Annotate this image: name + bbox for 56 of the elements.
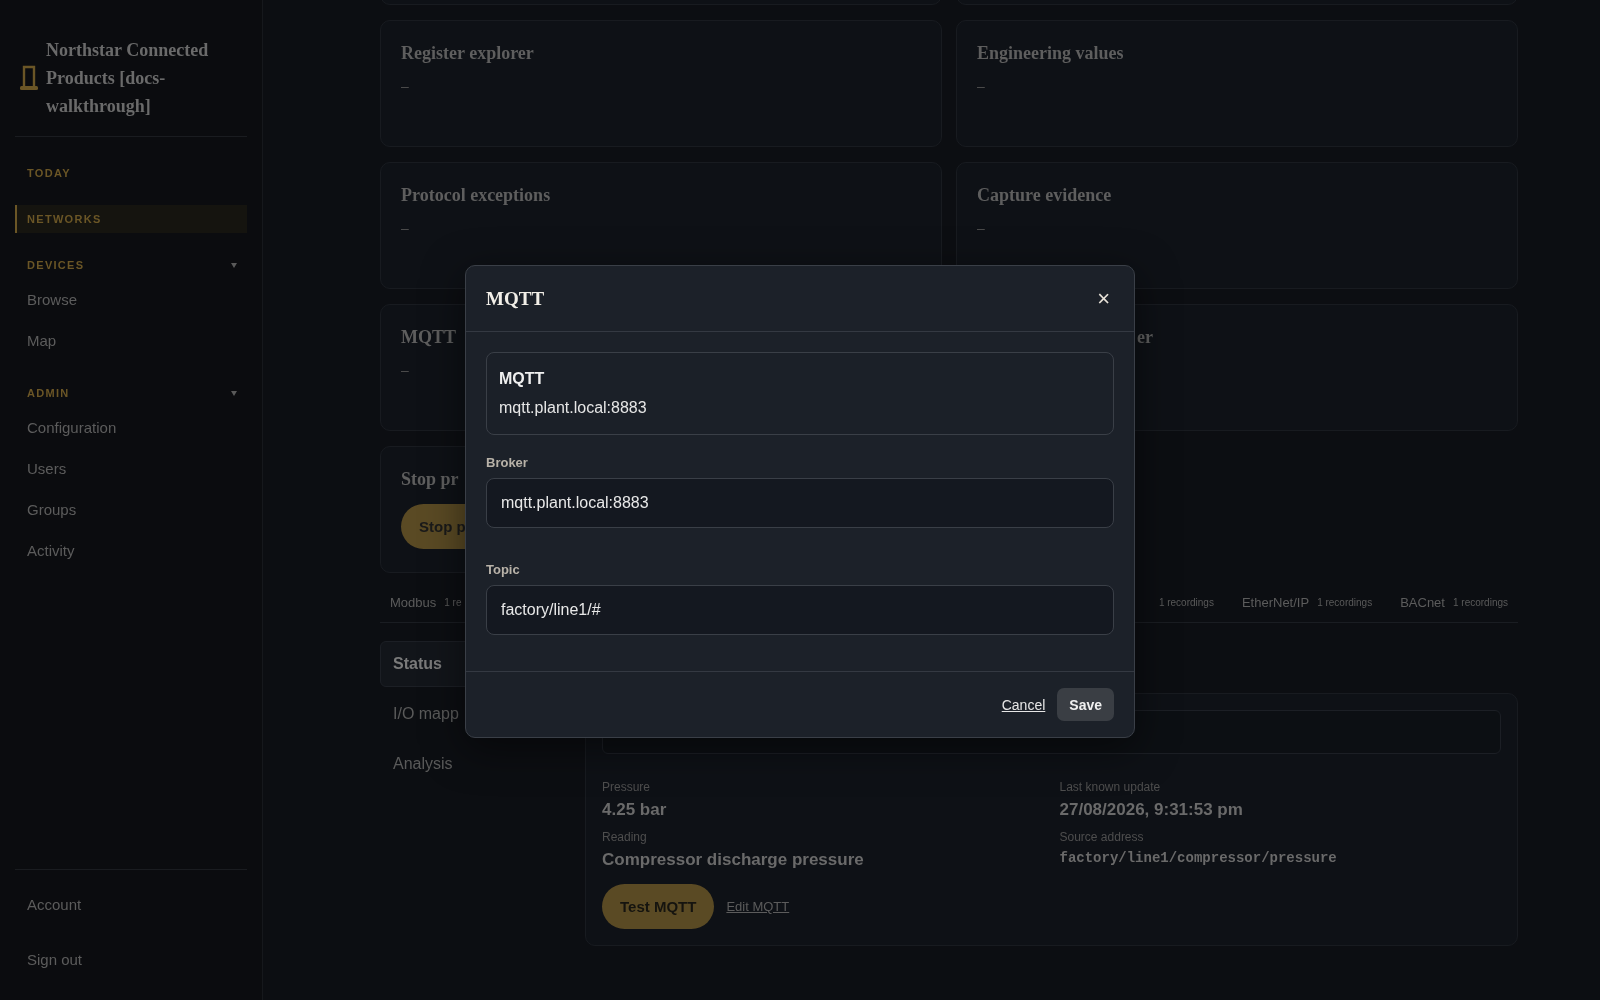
nav-link[interactable]: Browse	[15, 279, 247, 320]
save-button[interactable]: Save	[1057, 688, 1114, 721]
nav-link[interactable]: Groups	[15, 489, 247, 530]
card-value: –	[401, 78, 410, 94]
field-label: Last known update	[1059, 780, 1162, 794]
nav-link[interactable]: Sign out	[15, 939, 247, 980]
edit-link[interactable]: Edit MQTT	[726, 899, 790, 914]
summary-value: mqtt.plant.local:8883	[499, 399, 648, 417]
section-tab[interactable]: Analysis	[380, 741, 570, 787]
recording-count: 1 re	[444, 597, 462, 608]
app-title: Northstar Connected Products [docs-walkthrough]	[46, 39, 210, 118]
door-icon	[20, 65, 38, 91]
field-value: factory/line1/compressor/pressure	[1059, 850, 1338, 866]
text-input[interactable]: factory/line1/#	[486, 585, 1114, 635]
dialog-title: MQTT	[486, 287, 545, 310]
card-title: MQTT	[401, 327, 457, 348]
card-title: Capture evidence	[977, 185, 1113, 206]
nav-section-link[interactable]: NETWORKS	[15, 205, 247, 233]
protocol-tab[interactable]: BACnet	[1400, 595, 1445, 610]
text-input[interactable]: mqtt.plant.local:8883	[486, 478, 1114, 528]
field-label: Reading	[602, 830, 648, 844]
cancel-link[interactable]: Cancel	[1001, 696, 1046, 713]
nav-section-link[interactable]: TODAY	[15, 159, 247, 187]
nav-link[interactable]: Map	[15, 320, 247, 361]
nav-section-heading[interactable]: DEVICES	[15, 251, 231, 279]
field-label: Broker	[486, 455, 529, 470]
summary-label: MQTT	[499, 370, 546, 388]
card-title: Register explorer	[401, 43, 535, 64]
card-value: –	[977, 78, 986, 94]
card-value: –	[977, 220, 986, 236]
nav-link[interactable]: Activity	[15, 530, 247, 571]
recording-count: 1 recordings	[1452, 597, 1508, 608]
card-title: Engineering values	[977, 43, 1125, 64]
nav-section-heading[interactable]: ADMIN	[15, 379, 231, 407]
nav-link[interactable]: Users	[15, 448, 247, 489]
field-value: 27/08/2026, 9:31:53 pm	[1059, 800, 1244, 820]
field-value: 4.25 bar	[602, 800, 668, 820]
card-title: Protocol exceptions	[401, 185, 552, 206]
field-label: Source address	[1059, 830, 1145, 844]
test-button[interactable]: Test MQTT	[602, 884, 715, 929]
caret-icon[interactable]	[231, 262, 237, 268]
card-value: –	[401, 362, 410, 378]
card-title: Stop pr	[401, 469, 460, 490]
caret-icon[interactable]	[231, 390, 237, 396]
protocol-tab[interactable]: EtherNet/IP	[1241, 595, 1310, 610]
recording-count: 1 recordings	[1317, 597, 1373, 608]
protocol-tab[interactable]: Modbus	[390, 595, 437, 610]
field-value: Compressor discharge pressure	[602, 850, 865, 870]
close-button[interactable]: ×	[1093, 285, 1114, 312]
nav-link[interactable]: Account	[15, 884, 247, 925]
card-value: –	[401, 220, 410, 236]
recording-count: 1 recordings	[1158, 597, 1214, 608]
nav-link[interactable]: Configuration	[15, 407, 247, 448]
field-label: Topic	[486, 562, 521, 577]
field-label: Pressure	[602, 780, 652, 794]
card-title: er	[1137, 327, 1154, 348]
